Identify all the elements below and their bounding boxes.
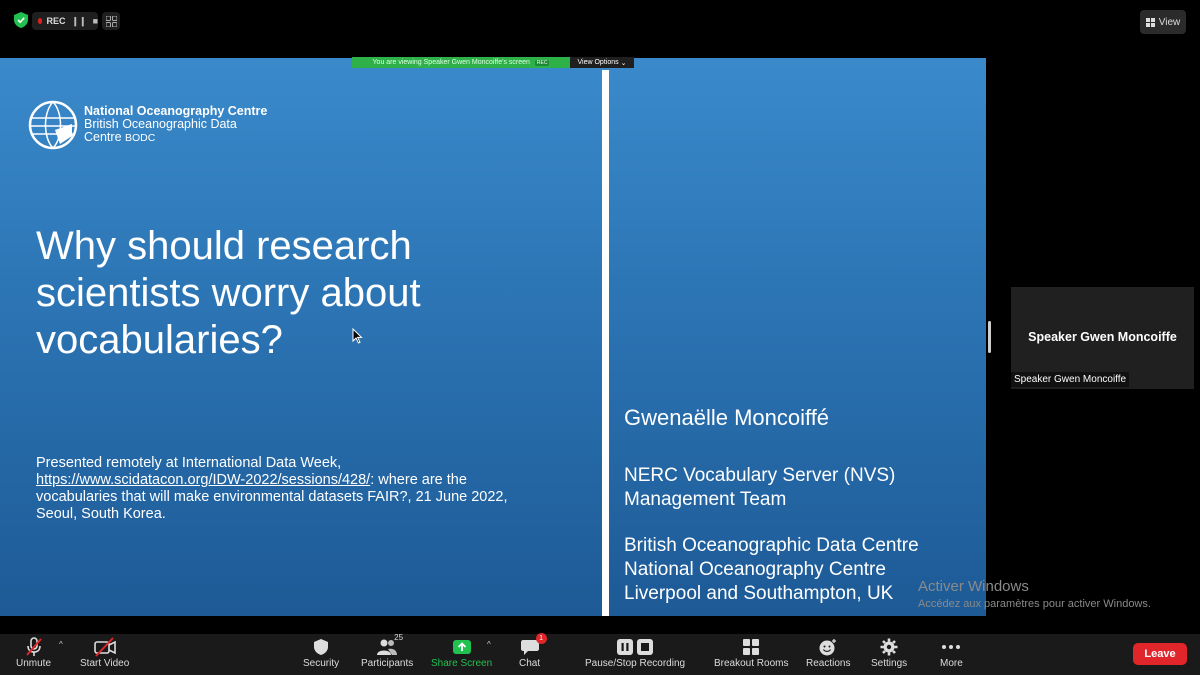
security-button[interactable]: Security (303, 636, 339, 669)
share-screen-button[interactable]: Share Screen (431, 636, 492, 669)
team-block: NERC Vocabulary Server (NVS) Management … (624, 464, 895, 512)
stop-recording-icon[interactable] (637, 639, 654, 655)
participant-video-tile[interactable]: Speaker Gwen Moncoiffe Speaker Gwen Monc… (1011, 287, 1194, 389)
reactions-button[interactable]: Reactions (806, 636, 850, 669)
org-line3: Centre (84, 130, 122, 144)
reactions-smiley-icon (819, 639, 837, 656)
more-button[interactable]: More (940, 636, 963, 669)
meeting-toolbar: Unmute ^ Start Video Security 25 Partici… (0, 633, 1200, 675)
watermark-line1: Activer Windows (918, 578, 1029, 595)
panel-resize-handle[interactable] (988, 321, 991, 353)
chevron-down-icon: ⌄ (620, 59, 627, 67)
chat-button[interactable]: 1 Chat (519, 633, 547, 669)
record-dot-icon (38, 18, 43, 24)
mouse-cursor-icon (352, 328, 363, 344)
centre-line1: British Oceanographic Data Centre (624, 535, 919, 556)
slide-title-line2: scientists worry about (36, 271, 421, 315)
view-label: View (1158, 16, 1181, 28)
participant-tile-label: Speaker Gwen Moncoiffe (1011, 372, 1130, 387)
pause-stop-recording-button[interactable]: Pause/Stop Recording (585, 636, 685, 669)
presenter-name: Gwenaëlle Moncoiffé (624, 405, 830, 430)
settings-label: Settings (871, 658, 908, 669)
windows-activation-watermark: Activer Windows Accédez aux paramètres p… (918, 578, 1151, 610)
reactions-label: Reactions (806, 658, 851, 669)
slide-title-line1: Why should research (36, 224, 412, 268)
centre-line2: National Oceanography Centre (624, 559, 886, 580)
share-screen-label: Share Screen (431, 658, 493, 669)
centre-block: British Oceanographic Data Centre Nation… (624, 534, 919, 606)
view-options-label: View Options (577, 59, 619, 66)
slide-divider (602, 70, 609, 616)
centre-line3: Liverpool and Southampton, UK (624, 583, 894, 604)
gallery-grid-icon[interactable] (102, 12, 120, 30)
recording-label: Pause/Stop Recording (585, 658, 686, 669)
start-video-button[interactable]: Start Video (80, 636, 129, 669)
viewing-banner: You are viewing Speaker Gwen Moncoiffe's… (352, 57, 570, 68)
more-label: More (940, 658, 963, 669)
security-shield-toolbar-icon (314, 639, 329, 655)
stop-icon[interactable]: ■ (93, 16, 98, 26)
org-abbrev: BODC (125, 132, 156, 144)
unmute-button[interactable]: Unmute (16, 636, 51, 669)
recording-indicator: REC ❙❙ ■ (32, 12, 98, 30)
audio-options-chevron-icon[interactable]: ^ (59, 640, 63, 649)
security-label: Security (303, 658, 340, 669)
presented-prefix: Presented remotely at International Data… (36, 455, 342, 471)
muted-microphone-icon (25, 637, 42, 656)
pause-icon[interactable]: ❙❙ (71, 16, 86, 27)
view-button[interactable]: View (1140, 10, 1186, 34)
breakout-rooms-icon (743, 639, 760, 655)
noc-globe-logo (28, 100, 78, 150)
security-shield-icon[interactable] (14, 12, 28, 28)
leave-button[interactable]: Leave (1133, 643, 1187, 665)
participant-tile-name: Speaker Gwen Moncoiffe (1028, 330, 1177, 344)
participants-count: 25 (394, 633, 404, 642)
share-screen-arrow-icon (452, 640, 471, 654)
shared-screen: National Oceanography Centre British Oce… (0, 58, 986, 616)
settings-button[interactable]: Settings (871, 636, 907, 669)
unmute-label: Unmute (16, 658, 52, 669)
share-options-chevron-icon[interactable]: ^ (487, 640, 491, 649)
view-grid-icon (1145, 17, 1155, 27)
more-dots-icon (942, 645, 961, 649)
breakout-label: Breakout Rooms (714, 658, 789, 669)
chat-badge: 1 (535, 633, 547, 644)
start-video-label: Start Video (80, 658, 130, 669)
view-options-button[interactable]: View Options ⌄ (570, 57, 634, 68)
presented-note: Presented remotely at International Data… (36, 455, 546, 523)
banner-rec-tag: REC (534, 59, 550, 66)
viewing-text: You are viewing Speaker Gwen Moncoiffe's… (372, 59, 530, 66)
chat-label: Chat (519, 658, 541, 669)
pause-recording-icon[interactable] (617, 639, 634, 655)
video-off-icon (93, 637, 116, 657)
team-line2: Management Team (624, 489, 787, 510)
org-name: National Oceanography Centre British Oce… (84, 105, 267, 145)
session-link[interactable]: https://www.scidatacon.org/IDW-2022/sess… (36, 472, 370, 488)
breakout-rooms-button[interactable]: Breakout Rooms (714, 636, 788, 669)
watermark-line2: Accédez aux paramètres pour activer Wind… (918, 598, 1151, 610)
team-line1: NERC Vocabulary Server (NVS) (624, 465, 896, 486)
gear-icon (880, 638, 898, 656)
participants-button[interactable]: 25 Participants (361, 633, 414, 669)
rec-label: REC (46, 16, 66, 26)
participants-label: Participants (361, 658, 414, 669)
